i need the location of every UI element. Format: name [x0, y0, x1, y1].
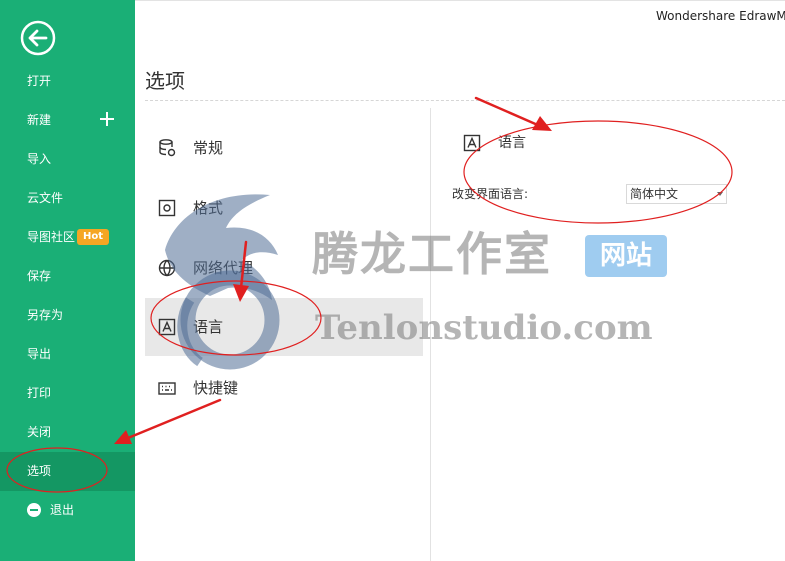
watermark-badge: 网站	[585, 235, 667, 277]
category-shortcuts[interactable]: 快捷键	[145, 359, 423, 417]
sidebar-item-save-as[interactable]: 另存为	[0, 296, 135, 335]
title-divider	[145, 100, 785, 101]
exit-icon[interactable]	[27, 502, 41, 517]
sidebar-item-import[interactable]: 导入	[0, 140, 135, 179]
database-icon	[157, 138, 177, 158]
sidebar-item-close[interactable]: 关闭	[0, 413, 135, 452]
language-icon	[462, 133, 482, 153]
back-arrow-icon	[20, 20, 56, 56]
sidebar-item-exit[interactable]: 退出	[50, 500, 74, 520]
sidebar: 打开 新建 导入 云文件 导图社区 Hot 保存 另存为 导出 打印 关闭 选项…	[0, 0, 135, 561]
panel-divider	[430, 108, 431, 561]
category-network-proxy[interactable]: 网络代理	[145, 239, 423, 297]
language-icon	[157, 317, 177, 337]
category-label: 语言	[193, 318, 224, 336]
keyboard-icon	[157, 378, 177, 398]
hot-badge: Hot	[77, 229, 109, 245]
select-value: 简体中文	[630, 187, 679, 201]
plus-icon[interactable]	[99, 111, 115, 127]
category-label: 常规	[193, 139, 224, 157]
category-label: 格式	[193, 199, 224, 217]
sidebar-item-open[interactable]: 打开	[0, 62, 135, 101]
sidebar-item-community[interactable]: 导图社区	[0, 218, 135, 257]
app-window: 打开 新建 导入 云文件 导图社区 Hot 保存 另存为 导出 打印 关闭 选项…	[0, 0, 785, 561]
section-title: 语言	[498, 135, 526, 151]
category-general[interactable]: 常规	[145, 119, 423, 177]
sidebar-item-print[interactable]: 打印	[0, 374, 135, 413]
category-language[interactable]: 语言	[145, 298, 423, 356]
chevron-down-icon	[717, 192, 723, 196]
network-icon	[157, 258, 177, 278]
category-format[interactable]: 格式	[145, 179, 423, 237]
title-bar-border	[135, 0, 785, 1]
category-label: 网络代理	[193, 259, 254, 277]
sidebar-item-export[interactable]: 导出	[0, 335, 135, 374]
app-title: Wondershare EdrawMind	[656, 9, 785, 23]
language-field-label: 改变界面语言:	[452, 187, 529, 201]
page-title: 选项	[145, 69, 185, 93]
back-button[interactable]	[20, 20, 56, 56]
category-label: 快捷键	[193, 379, 239, 397]
language-select[interactable]: 简体中文	[626, 184, 727, 204]
sidebar-item-save[interactable]: 保存	[0, 257, 135, 296]
sidebar-item-options[interactable]: 选项	[0, 452, 135, 491]
sidebar-item-cloud-files[interactable]: 云文件	[0, 179, 135, 218]
format-icon	[157, 198, 177, 218]
